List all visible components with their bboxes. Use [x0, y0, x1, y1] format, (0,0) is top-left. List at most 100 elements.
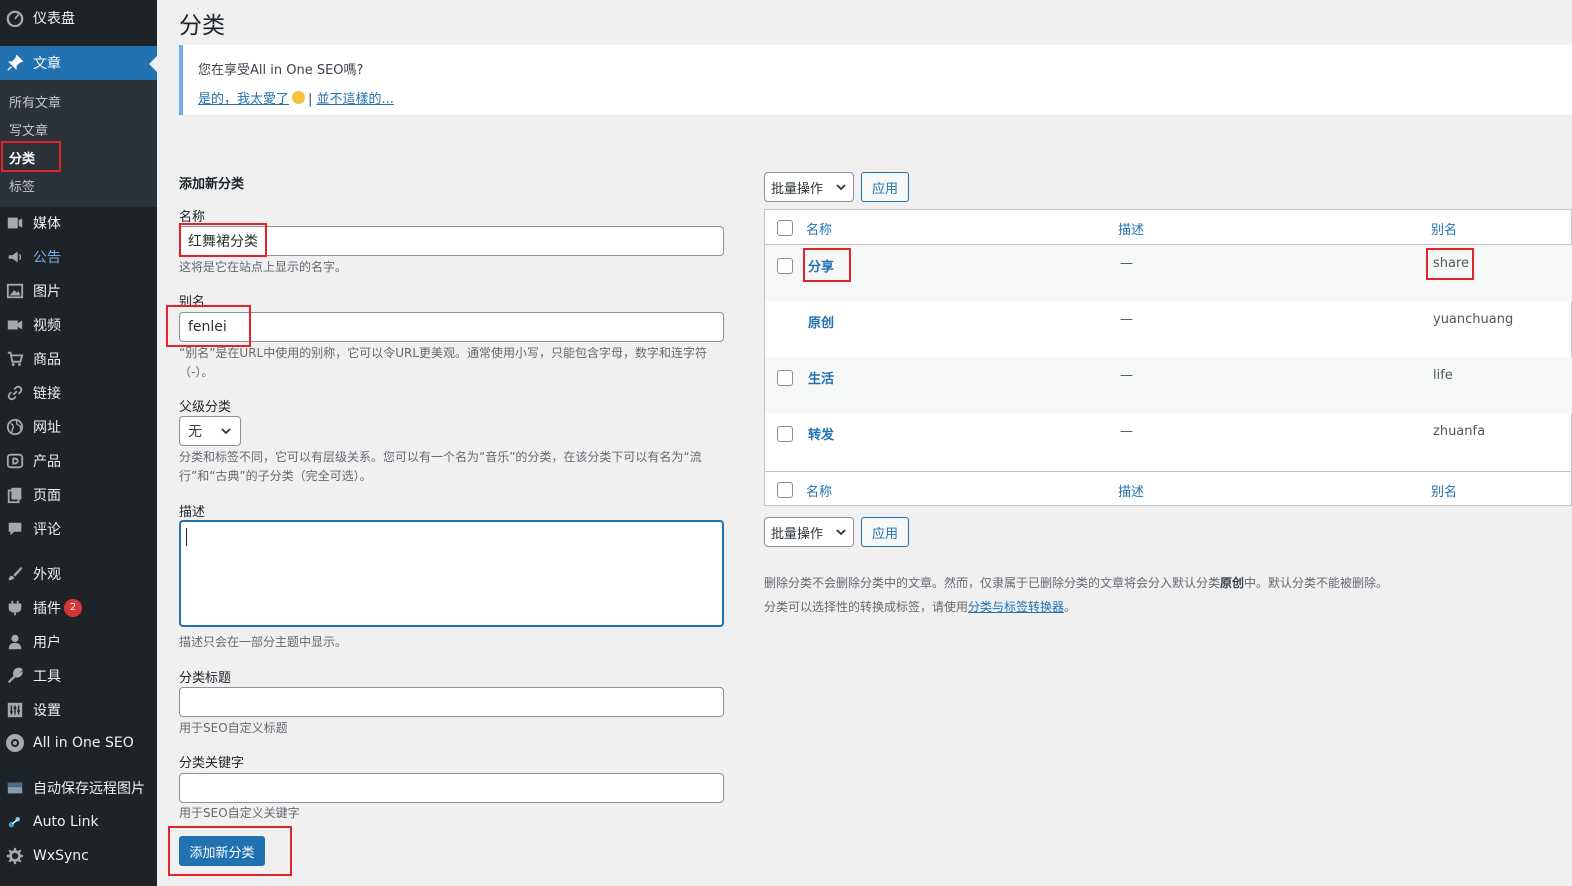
menu-comments-label: 评论: [33, 522, 61, 538]
name-help: 这将是它在站点上显示的名字。: [179, 260, 348, 274]
menu-links-label: 链接: [33, 386, 61, 402]
category-description: —: [1120, 424, 1133, 439]
slug-input[interactable]: [179, 312, 724, 342]
menu-appearance[interactable]: 外观: [0, 557, 157, 591]
name-label: 名称: [179, 210, 206, 225]
parent-category-select[interactable]: 无: [179, 416, 241, 446]
menu-users[interactable]: 用户: [0, 625, 157, 659]
convert-note-text-a: 分类可以选择性的转换成标签，请使用: [764, 600, 969, 614]
description-help: 描述只会在一部分主题中显示。: [179, 635, 348, 649]
menu-wxsync[interactable]: WxSync: [0, 839, 157, 873]
col-name-header[interactable]: 名称: [806, 219, 832, 238]
col-slug-footer[interactable]: 别名: [1431, 481, 1457, 500]
menu-aioseo[interactable]: All in One SEO: [0, 726, 157, 760]
menu-announcement[interactable]: 公告: [0, 240, 157, 274]
seo-keywords-input[interactable]: [179, 773, 724, 803]
row-checkbox[interactable]: [777, 370, 793, 386]
category-slug: yuanchuang: [1433, 312, 1514, 327]
menu-pages-label: 页面: [33, 488, 61, 504]
photo-save-icon: [5, 778, 25, 798]
menu-posts[interactable]: 文章: [0, 46, 157, 80]
description-textarea[interactable]: [179, 520, 724, 627]
image-icon: [5, 281, 25, 301]
plugins-update-badge: 2: [64, 599, 82, 617]
menu-tools[interactable]: 工具: [0, 659, 157, 693]
menu-links[interactable]: 链接: [0, 376, 157, 410]
menu-products-label: 商品: [33, 352, 61, 368]
submenu-new-post[interactable]: 写文章: [9, 120, 48, 139]
menu-plugins[interactable]: 插件 2: [0, 591, 157, 625]
seo-title-label: 分类标题: [179, 671, 232, 686]
name-input[interactable]: [179, 226, 724, 256]
menu-plugins-label: 插件: [33, 601, 61, 617]
gear-icon: [5, 846, 25, 866]
chevron-down-icon: [836, 529, 846, 536]
menu-appearance-label: 外观: [33, 567, 61, 583]
submenu-tags[interactable]: 标签: [9, 176, 35, 195]
row-checkbox[interactable]: [777, 258, 793, 274]
delete-note-text-c: 中。默认分类不能被删除。: [1244, 576, 1389, 590]
aioseo-icon: [5, 733, 25, 753]
row-checkbox[interactable]: [777, 426, 793, 442]
menu-videos-label: 视频: [33, 318, 61, 334]
col-name-footer[interactable]: 名称: [806, 481, 832, 500]
add-category-button[interactable]: 添加新分类: [179, 836, 265, 866]
col-description-footer[interactable]: 描述: [1118, 481, 1144, 500]
category-name-link[interactable]: 转发: [808, 424, 834, 443]
menu-urls[interactable]: 网址: [0, 410, 157, 444]
smiley-icon: [292, 91, 306, 104]
category-slug: share: [1433, 256, 1470, 271]
col-description-header[interactable]: 描述: [1118, 219, 1144, 238]
chevron-down-icon: [836, 184, 846, 191]
seo-title-help: 用于SEO自定义标题: [179, 721, 288, 735]
category-tag-converter-link[interactable]: 分类与标签转换器: [968, 600, 1064, 614]
table-header: 名称 描述 别名: [765, 210, 1572, 245]
notice-no-link[interactable]: 並不這樣的...: [317, 92, 394, 107]
megaphone-icon: [5, 247, 25, 267]
menu-videos[interactable]: 视频: [0, 308, 157, 342]
bulk-actions-select-top[interactable]: 批量操作: [764, 172, 854, 202]
menu-comments[interactable]: 评论: [0, 512, 157, 546]
slug-label: 别名: [179, 295, 206, 310]
autolink-icon: [5, 812, 25, 832]
category-name-link[interactable]: 原创: [808, 312, 834, 331]
globe-icon: [5, 417, 25, 437]
menu-tools-label: 工具: [33, 669, 61, 685]
notice-yes-link[interactable]: 是的，我太愛了: [198, 92, 289, 107]
menu-auto-save-images-label: 自动保存远程图片: [33, 781, 145, 797]
submenu-all-posts[interactable]: 所有文章: [9, 92, 61, 111]
bulk-actions-label: 批量操作: [771, 181, 824, 197]
menu-products[interactable]: 商品: [0, 342, 157, 376]
menu-images[interactable]: 图片: [0, 274, 157, 308]
apply-button-bottom[interactable]: 应用: [861, 517, 909, 547]
description-label: 描述: [179, 505, 206, 520]
table-row: 转发 — zhuanfa: [765, 413, 1572, 469]
menu-media[interactable]: 媒体: [0, 206, 157, 240]
product-icon: [5, 451, 25, 471]
apply-button-top[interactable]: 应用: [861, 172, 909, 202]
menu-urls-label: 网址: [33, 420, 61, 436]
category-name-link[interactable]: 分享: [808, 256, 834, 275]
col-slug-header[interactable]: 别名: [1431, 219, 1457, 238]
seo-title-input[interactable]: [179, 687, 724, 717]
posts-submenu: 所有文章 写文章 分类 标签: [0, 80, 157, 207]
select-all-checkbox[interactable]: [777, 220, 793, 236]
menu-settings[interactable]: 设置: [0, 693, 157, 727]
menu-dashboard-label: 仪表盘: [33, 11, 75, 27]
menu-pages[interactable]: 页面: [0, 478, 157, 512]
category-name-link[interactable]: 生活: [808, 368, 834, 387]
submenu-categories[interactable]: 分类: [9, 148, 35, 167]
chevron-down-icon: [221, 428, 231, 435]
menu-product-pages[interactable]: 产品: [0, 444, 157, 478]
menu-auto-link[interactable]: Auto Link: [0, 805, 157, 839]
aioseo-review-notice: 您在享受All in One SEO嗎? 是的，我太愛了 | 並不這樣的...: [179, 45, 1572, 115]
table-row: 分享 — share: [765, 245, 1572, 301]
menu-dashboard[interactable]: 仪表盘: [0, 1, 157, 35]
pages-icon: [5, 485, 25, 505]
bulk-actions-select-bottom[interactable]: 批量操作: [764, 517, 854, 547]
menu-auto-save-images[interactable]: 自动保存远程图片: [0, 771, 157, 805]
select-all-checkbox-footer[interactable]: [777, 482, 793, 498]
category-slug: life: [1433, 368, 1453, 383]
parent-label: 父级分类: [179, 400, 232, 415]
slug-help: “别名”是在URL中使用的别称，它可以令URL更美观。通常使用小写，只能包含字母…: [179, 346, 708, 379]
